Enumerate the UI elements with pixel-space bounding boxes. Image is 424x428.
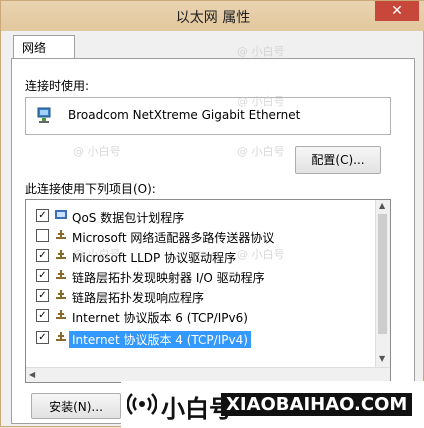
- properties-window: 以太网 属性 ✕ 网络 连接时使用: Broadcom NetXtreme Gi…: [0, 0, 424, 428]
- checkbox[interactable]: ✓: [36, 209, 49, 222]
- scroll-left-icon[interactable]: ◀: [29, 370, 35, 379]
- list-item-selected[interactable]: ✓ Internet 协议版本 4 (TCP/IPv4): [26, 328, 378, 348]
- adapter-display: Broadcom NetXtreme Gigabit Ethernet: [25, 97, 391, 135]
- qos-icon: [55, 210, 67, 219]
- list-item[interactable]: ✓ Microsoft LLDP 协议驱动程序: [26, 246, 378, 266]
- protocol-icon: [56, 332, 66, 341]
- brand-overlay: 小白号 XIAOBAIHAO.COM: [121, 381, 424, 428]
- item-label: Internet 协议版本 4 (TCP/IPv4): [69, 331, 251, 348]
- list-item[interactable]: ✓ Internet 协议版本 6 (TCP/IPv6): [26, 306, 378, 326]
- close-button[interactable]: ✕: [375, 1, 419, 21]
- connect-using-label: 连接时使用:: [25, 79, 90, 93]
- network-adapter-icon: [37, 107, 51, 123]
- list-item[interactable]: ✓ 链路层拓扑发现映射器 I/O 驱动程序: [26, 266, 378, 286]
- protocol-icon: [56, 270, 66, 279]
- item-label: 链路层拓扑发现映射器 I/O 驱动程序: [72, 271, 265, 285]
- tab-network[interactable]: 网络: [13, 35, 75, 59]
- list-item[interactable]: Microsoft 网络适配器多路传送器协议: [26, 226, 378, 246]
- checkbox[interactable]: ✓: [36, 309, 49, 322]
- horizontal-scrollbar[interactable]: ◀: [26, 367, 390, 382]
- item-label: Microsoft LLDP 协议驱动程序: [72, 251, 237, 265]
- item-label: Microsoft 网络适配器多路传送器协议: [72, 231, 275, 245]
- scroll-up-icon[interactable]: ▲: [379, 201, 385, 210]
- item-label: 链路层拓扑发现响应程序: [72, 291, 205, 305]
- protocol-icon: [56, 250, 66, 259]
- scroll-thumb[interactable]: [378, 214, 387, 334]
- items-section-label: 此连接使用下列项目(O):: [25, 182, 156, 196]
- checkbox[interactable]: ✓: [36, 331, 49, 344]
- list-item[interactable]: ✓ QoS 数据包计划程序: [26, 206, 378, 226]
- adapter-name: Broadcom NetXtreme Gigabit Ethernet: [68, 108, 301, 122]
- vertical-scrollbar[interactable]: ▲ ▼: [375, 200, 390, 368]
- install-button[interactable]: 安装(N)...: [31, 393, 121, 419]
- item-label: QoS 数据包计划程序: [72, 211, 185, 225]
- checkbox[interactable]: [36, 229, 49, 242]
- protocol-icon: [56, 230, 66, 239]
- checkbox[interactable]: ✓: [36, 289, 49, 302]
- list-item[interactable]: ✓ 链路层拓扑发现响应程序: [26, 286, 378, 306]
- title-bar: 以太网 属性 ✕: [1, 1, 424, 31]
- scroll-down-icon[interactable]: ▼: [379, 354, 385, 363]
- configure-button[interactable]: 配置(C)...: [295, 146, 381, 174]
- tab-strip: 网络: [9, 35, 415, 59]
- item-label: Internet 协议版本 6 (TCP/IPv6): [72, 311, 248, 325]
- components-list[interactable]: ✓ QoS 数据包计划程序 Microsoft 网络适配器多路传送器协议 ✓ M…: [25, 199, 391, 383]
- brand-site: XIAOBAIHAO.COM: [221, 393, 413, 416]
- broadcast-icon: [127, 393, 157, 415]
- checkbox[interactable]: ✓: [36, 269, 49, 282]
- checkbox[interactable]: ✓: [36, 249, 49, 262]
- window-title: 以太网 属性: [175, 10, 251, 26]
- protocol-icon: [56, 310, 66, 319]
- protocol-icon: [56, 290, 66, 299]
